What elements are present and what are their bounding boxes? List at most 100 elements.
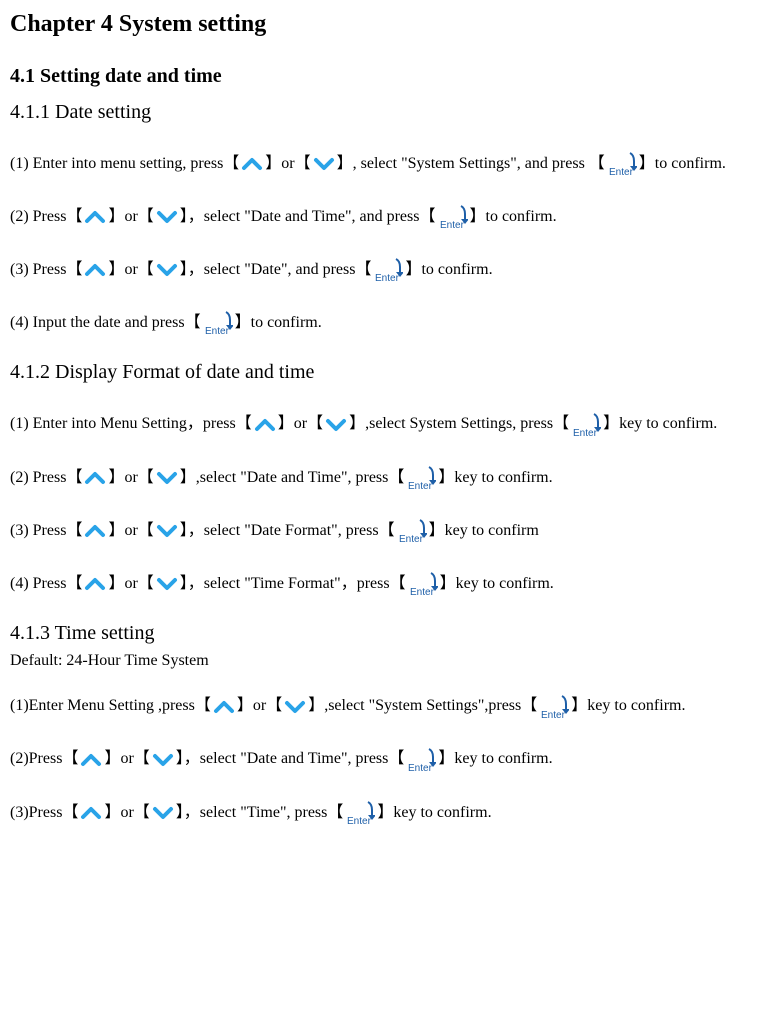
step-4-1-1-4: (4) Input the date and press【 Enter 】to co… (10, 305, 749, 340)
text: 】to confirm. (470, 208, 557, 225)
section-4-1-title: 4.1 Setting date and time (10, 62, 749, 90)
down-arrow-icon (156, 522, 178, 540)
text: (3) Press【 (10, 261, 82, 278)
text: 】key to confirm. (571, 697, 685, 714)
enter-key-icon: Enter (607, 151, 637, 177)
down-arrow-icon (152, 751, 174, 769)
text: 】,select "Date and Time", press【 (180, 469, 405, 486)
down-arrow-icon (156, 208, 178, 226)
step-4-1-2-2: (2) Press【 】or【 】,select "Date and Time", … (10, 460, 749, 495)
default-text: Default: 24-Hour Time System (10, 651, 749, 670)
text: 】, select "System Settings", and press 【 (337, 155, 605, 172)
text: 】or【 (278, 415, 323, 432)
step-4-1-1-2: (2) Press【 】or【 】，select "Date and Time", … (10, 199, 749, 234)
down-arrow-icon (284, 698, 306, 716)
text: 】or【 (108, 469, 153, 486)
text: 】，select "Date and Time", press【 (176, 750, 405, 767)
step-4-1-2-4: (4) Press【 】or【 】，select "Time Format"，pre… (10, 566, 749, 601)
text: (3)Press【 (10, 804, 78, 821)
svg-text:Enter: Enter (408, 763, 433, 773)
text: 】key to confirm (429, 522, 539, 539)
text: 】or【 (237, 697, 282, 714)
text: 】，select "Date and Time", and press【 (180, 208, 436, 225)
text: 】or【 (108, 522, 153, 539)
section-4-1-2-title: 4.1.2 Display Format of date and time (10, 358, 749, 386)
down-arrow-icon (156, 575, 178, 593)
section-4-1-1-title: 4.1.1 Date setting (10, 98, 749, 126)
text: 】key to confirm. (377, 804, 491, 821)
svg-text:Enter: Enter (541, 710, 566, 720)
step-4-1-2-3: (3) Press【 】or【 】，select "Date Format", pr… (10, 513, 749, 548)
up-arrow-icon (241, 155, 263, 173)
enter-key-icon: Enter (406, 465, 436, 491)
up-arrow-icon (84, 261, 106, 279)
svg-text:Enter: Enter (399, 534, 424, 544)
svg-text:Enter: Enter (410, 587, 435, 597)
text: (1) Enter into Menu Setting，press【 (10, 415, 252, 432)
svg-text:Enter: Enter (609, 167, 634, 177)
text: (1) Enter into menu setting, press【 (10, 155, 239, 172)
text: 】or【 (104, 804, 149, 821)
svg-text:Enter: Enter (347, 816, 372, 826)
text: 】to confirm. (235, 314, 322, 331)
text: 】，select "Time Format"，press【 (180, 575, 406, 592)
up-arrow-icon (84, 208, 106, 226)
enter-key-icon: Enter (438, 204, 468, 230)
text: 】，select "Date", and press【 (180, 261, 372, 278)
text: (3) Press【 (10, 522, 82, 539)
down-arrow-icon (313, 155, 335, 173)
down-arrow-icon (156, 469, 178, 487)
step-4-1-2-1: (1) Enter into Menu Setting，press【 】or【 】,… (10, 406, 749, 441)
text: 】or【 (108, 575, 153, 592)
text: 】,select System Settings, press【 (349, 415, 569, 432)
text: (4) Input the date and press【 (10, 314, 201, 331)
svg-text:Enter: Enter (573, 428, 598, 438)
step-4-1-3-3: (3)Press【 】or【 】，select "Time", press【Ente… (10, 795, 749, 830)
text: (2)Press【 (10, 750, 78, 767)
enter-key-icon: Enter (397, 518, 427, 544)
enter-key-icon: Enter (539, 694, 569, 720)
step-4-1-3-2: (2)Press【 】or【 】，select "Date and Time", p… (10, 741, 749, 776)
enter-key-icon: Enter (203, 310, 233, 336)
text: 】key to confirm. (438, 750, 552, 767)
step-4-1-1-3: (3) Press【 】or【 】，select "Date", and press… (10, 252, 749, 287)
step-4-1-1-1: (1) Enter into menu setting, press【 】or【 】… (10, 146, 749, 181)
up-arrow-icon (80, 751, 102, 769)
text: 】，select "Time", press【 (176, 804, 344, 821)
text: (4) Press【 (10, 575, 82, 592)
svg-text:Enter: Enter (205, 326, 230, 336)
text: 】or【 (265, 155, 310, 172)
up-arrow-icon (84, 469, 106, 487)
up-arrow-icon (84, 575, 106, 593)
enter-key-icon: Enter (406, 747, 436, 773)
svg-text:Enter: Enter (440, 220, 465, 230)
text: 】or【 (108, 261, 153, 278)
up-arrow-icon (213, 698, 235, 716)
text: 】or【 (104, 750, 149, 767)
chapter-title: Chapter 4 System setting (10, 8, 749, 42)
text: 】or【 (108, 208, 153, 225)
up-arrow-icon (254, 416, 276, 434)
step-4-1-3-1: (1)Enter Menu Setting ,press【 】or【 】,selec… (10, 688, 749, 723)
text: 】to confirm. (639, 155, 726, 172)
text: 】,select "System Settings",press【 (308, 697, 537, 714)
enter-key-icon: Enter (373, 257, 403, 283)
text: 】key to confirm. (440, 575, 554, 592)
svg-text:Enter: Enter (375, 273, 400, 283)
enter-key-icon: Enter (408, 571, 438, 597)
text: (2) Press【 (10, 208, 82, 225)
enter-key-icon: Enter (345, 800, 375, 826)
svg-text:Enter: Enter (408, 481, 433, 491)
up-arrow-icon (84, 522, 106, 540)
up-arrow-icon (80, 804, 102, 822)
enter-key-icon: Enter (571, 412, 601, 438)
down-arrow-icon (156, 261, 178, 279)
section-4-1-3-title: 4.1.3 Time setting (10, 619, 749, 647)
text: 】，select "Date Format", press【 (180, 522, 395, 539)
text: 】to confirm. (405, 261, 492, 278)
text: (2) Press【 (10, 469, 82, 486)
down-arrow-icon (325, 416, 347, 434)
text: 】key to confirm. (603, 415, 717, 432)
down-arrow-icon (152, 804, 174, 822)
text: (1)Enter Menu Setting ,press【 (10, 697, 211, 714)
